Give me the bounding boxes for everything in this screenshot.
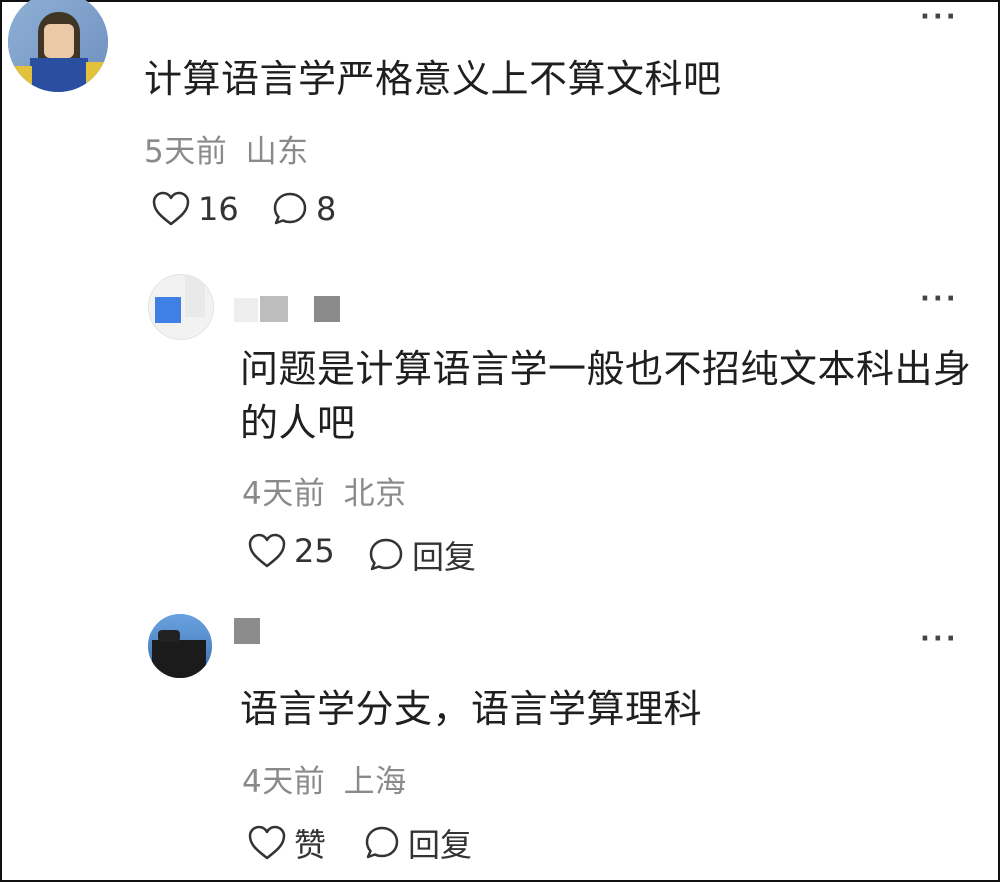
more-dots-icon[interactable]: ···: [920, 624, 959, 654]
comment-text: 计算语言学严格意义上不算文科吧: [144, 57, 722, 101]
comment-location: 北京: [343, 476, 407, 512]
username-blur: [260, 296, 288, 322]
like-button[interactable]: 赞: [248, 820, 326, 866]
like-count: 16: [198, 190, 239, 228]
like-label: 赞: [294, 826, 327, 864]
heart-outline-icon: [248, 825, 286, 860]
comment-button[interactable]: 8: [272, 190, 336, 228]
more-dots-icon[interactable]: ···: [920, 2, 959, 32]
speech-bubble-icon: [273, 192, 307, 225]
avatar[interactable]: [8, 0, 108, 92]
reply-label: 回复: [412, 538, 477, 576]
comment-time: 4天前: [242, 476, 326, 512]
username-blur: [234, 298, 258, 322]
more-dots-icon[interactable]: ···: [920, 284, 959, 314]
comment-thread: ··· 计算语言学严格意义上不算文科吧 5天前 山东 16 8 ··· 问题是计…: [0, 0, 1000, 882]
comment-location: 山东: [245, 134, 309, 170]
comment-location: 上海: [343, 764, 407, 800]
username-blur: [234, 618, 260, 644]
reply-button[interactable]: 回复: [364, 820, 472, 866]
comment-meta: 4天前 北京: [242, 468, 407, 513]
comment-meta: 5天前 山东: [144, 126, 309, 171]
like-count: 25: [294, 532, 335, 570]
heart-outline-icon: [248, 533, 286, 568]
reply-button[interactable]: 回复: [368, 532, 476, 578]
heart-outline-icon: [152, 191, 190, 226]
avatar[interactable]: [148, 614, 212, 678]
like-button[interactable]: 16: [152, 190, 239, 228]
speech-bubble-icon: [365, 826, 399, 859]
like-button[interactable]: 25: [248, 532, 335, 570]
comment-text: 问题是计算语言学一般也不招纯文本科出身 的人吧: [240, 342, 972, 450]
comment-time: 5天前: [144, 134, 228, 170]
username-blur: [314, 296, 340, 322]
comment-time: 4天前: [242, 764, 326, 800]
comment-meta: 4天前 上海: [242, 756, 407, 801]
avatar[interactable]: [148, 274, 214, 340]
comment-count: 8: [316, 190, 337, 228]
speech-bubble-icon: [369, 538, 403, 571]
reply-label: 回复: [408, 826, 473, 864]
comment-text: 语言学分支，语言学算理科: [240, 687, 703, 731]
username-blur: [230, 8, 254, 28]
comment-text-line: 的人吧: [240, 401, 356, 445]
comment-text-line: 问题是计算语言学一般也不招纯文本科出身: [240, 347, 972, 391]
